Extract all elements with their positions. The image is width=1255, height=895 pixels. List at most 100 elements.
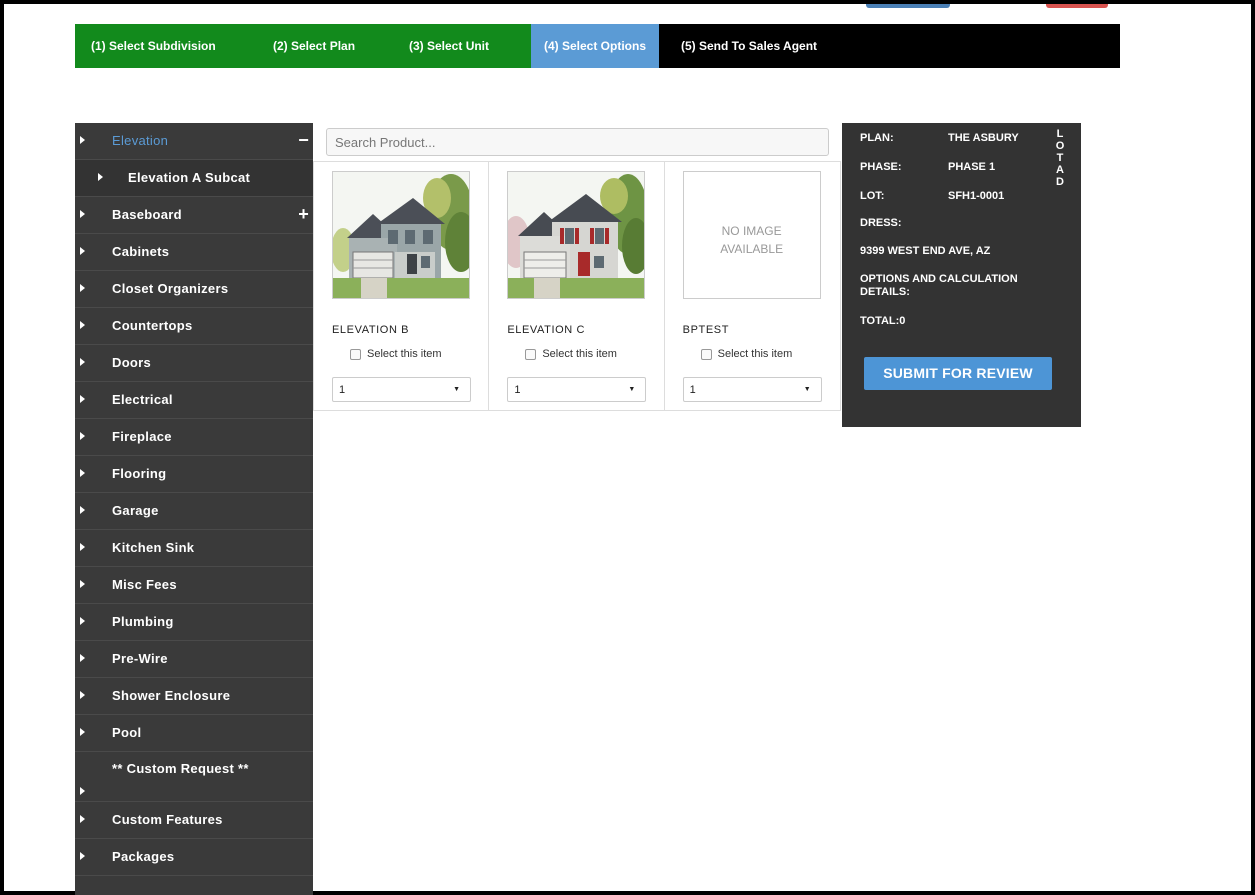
product-name: BPTEST [682,324,730,336]
product-grid: ELEVATION B Select this item 1 ▼ ELEVATI… [313,161,841,411]
sidebar-item-shower-enclosure[interactable]: Shower Enclosure [75,678,313,715]
step-select-subdivision[interactable]: (1) Select Subdivision [75,24,257,68]
product-name: ELEVATION B [332,324,410,336]
caret-right-icon [80,580,85,588]
sidebar-item-cabinets[interactable]: Cabinets [75,234,313,271]
collapse-minus-icon[interactable]: − [298,123,309,157]
expand-plus-icon[interactable]: + [298,197,309,231]
sidebar-item-electrical[interactable]: Electrical [75,382,313,419]
sidebar-item-doors[interactable]: Doors [75,345,313,382]
caret-right-icon [80,210,85,218]
quantity-select[interactable]: 1 ▼ [332,377,471,402]
step-select-options[interactable]: (4) Select Options [531,24,659,68]
caret-right-icon [80,358,85,366]
address-label: DRESS: [860,217,902,229]
select-item-option[interactable]: Select this item [350,348,442,360]
caret-right-icon [80,543,85,551]
sidebar-item-custom-features[interactable]: Custom Features [75,802,313,839]
sidebar-item-elevation-a-subcat[interactable]: Elevation A Subcat [75,160,313,197]
no-image-placeholder[interactable]: NO IMAGE AVAILABLE [682,171,821,299]
sidebar-item-label: Electrical [112,392,173,407]
caret-right-icon [80,852,85,860]
sidebar-item-label: Baseboard [112,207,182,222]
select-item-checkbox[interactable] [700,348,712,360]
plan-label: PLAN: [860,132,894,144]
caret-right-icon [80,432,85,440]
search-product-input[interactable] [326,128,829,156]
sidebar-item-label: Plumbing [112,614,174,629]
sidebar-item-misc-fees[interactable]: Misc Fees [75,567,313,604]
caret-right-icon [80,617,85,625]
caret-right-icon [80,247,85,255]
no-image-text: NO IMAGE AVAILABLE [720,224,784,256]
quantity-value: 1 [339,384,346,396]
select-item-checkbox[interactable] [525,348,537,360]
product-card: ELEVATION B Select this item 1 ▼ [314,162,490,410]
sidebar-item-label: Shower Enclosure [112,688,231,703]
select-item-label: Select this item [542,348,617,360]
phase-value: PHASE 1 [948,161,996,173]
submit-for-review-button[interactable]: SUBMIT FOR REVIEW [864,357,1052,390]
sidebar-item-pre-wire[interactable]: Pre-Wire [75,641,313,678]
quantity-select[interactable]: 1 ▼ [507,377,647,402]
step-send-to-sales-agent[interactable]: (5) Send To Sales Agent [659,24,859,68]
step-select-unit[interactable]: (3) Select Unit [393,24,531,68]
caret-right-icon [80,506,85,514]
sidebar-item-baseboard[interactable]: Baseboard + [75,197,313,234]
caret-right-icon [80,786,85,795]
sidebar-item-label: Elevation [112,133,169,148]
top-red-button[interactable] [1046,4,1108,8]
caret-right-icon [80,728,85,736]
product-card: ELEVATION C Select this item 1 ▼ [489,162,665,410]
options-details-label-2: DETAILS: [860,286,910,298]
quantity-value: 1 [514,384,521,396]
select-item-label: Select this item [717,348,793,360]
sidebar-item-flooring[interactable]: Flooring [75,456,313,493]
sidebar-item-elevation[interactable]: Elevation − [75,123,313,160]
sidebar-item-label: Flooring [112,466,167,481]
sidebar-item-fireplace[interactable]: Fireplace [75,419,313,456]
phase-label: PHASE: [860,161,902,173]
top-blue-button[interactable] [866,4,950,8]
lot-value: SFH1-0001 [948,190,1005,202]
sidebar-item-closet-organizers[interactable]: Closet Organizers [75,271,313,308]
house-elevation-b-image[interactable] [332,171,470,299]
sidebar-item-label: Pre-Wire [112,651,168,666]
caret-right-icon [98,173,103,181]
lot-label: LOT: [860,190,885,202]
sidebar-item-label: Fireplace [112,429,172,444]
address-value: 9399 WEST END AVE, AZ [860,245,991,257]
sidebar-item-plumbing[interactable]: Plumbing [75,604,313,641]
sidebar-item-label: Garage [112,503,159,518]
select-item-label: Select this item [367,348,442,360]
total-value: TOTAL:0 [860,315,906,327]
dropdown-arrow-icon: ▼ [453,386,460,393]
sidebar-item-packages[interactable]: Packages [75,839,313,876]
sidebar-item-countertops[interactable]: Countertops [75,308,313,345]
sidebar-item-pool[interactable]: Pool [75,715,313,752]
product-name: ELEVATION C [507,324,586,336]
sidebar-item-label: Doors [112,355,152,370]
dropdown-arrow-icon: ▼ [628,386,636,393]
caret-right-icon [80,284,85,292]
step-select-plan[interactable]: (2) Select Plan [257,24,393,68]
sidebar-item-label: ** Custom Request ** [112,761,249,776]
sidebar-item-label: Kitchen Sink [112,540,195,555]
sidebar-item-label: Elevation A Subcat [128,170,251,185]
house-elevation-c-image[interactable] [507,171,646,299]
select-item-option[interactable]: Select this item [525,348,617,360]
caret-right-icon [80,395,85,403]
sidebar-item-label: Pool [112,725,142,740]
vertical-lot-address-text: L O T A D [1055,128,1065,188]
quantity-select[interactable]: 1 ▼ [682,377,822,402]
dropdown-arrow-icon: ▼ [803,386,811,393]
sidebar-item-kitchen-sink[interactable]: Kitchen Sink [75,530,313,567]
plan-value: THE ASBURY [948,132,1019,144]
select-item-checkbox[interactable] [350,348,361,360]
caret-right-icon [80,136,85,144]
product-card: NO IMAGE AVAILABLE BPTEST Select this it… [665,162,840,410]
sidebar-item-custom-request[interactable]: ** Custom Request ** [75,752,313,802]
sidebar-item-label: Countertops [112,318,193,333]
sidebar-item-garage[interactable]: Garage [75,493,313,530]
select-item-option[interactable]: Select this item [700,348,793,360]
